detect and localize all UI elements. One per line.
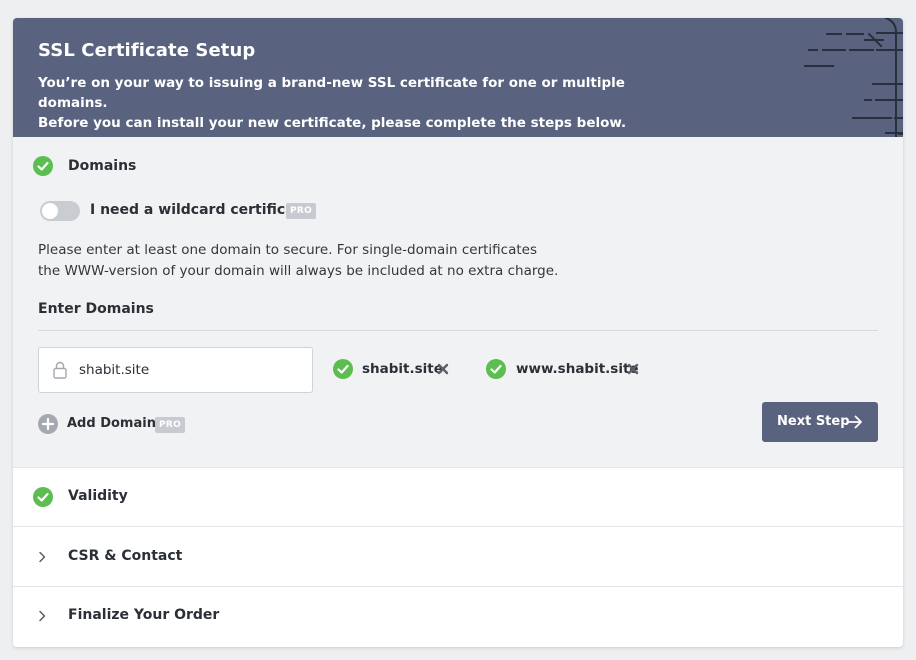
domains-step-panel: Domains I need a wildcard certificate PR… xyxy=(13,137,903,468)
next-step-button[interactable]: Next Step xyxy=(762,402,878,442)
domain-chip-label: www.shabit.site xyxy=(516,361,639,377)
next-step-label: Next Step xyxy=(777,414,850,429)
page-title: SSL Certificate Setup xyxy=(38,40,256,61)
description-line-2: the WWW-version of your domain will alwa… xyxy=(38,263,559,279)
ssl-setup-card: SSL Certificate Setup You’re on your way… xyxy=(13,18,903,647)
enter-domains-label: Enter Domains xyxy=(38,301,154,317)
description-line-1: Please enter at least one domain to secu… xyxy=(38,242,537,258)
validity-check-icon xyxy=(33,487,53,507)
domains-description: Please enter at least one domain to secu… xyxy=(38,240,598,282)
domain-chip-check-icon xyxy=(486,359,506,379)
close-icon[interactable] xyxy=(626,362,640,376)
toggle-knob xyxy=(42,203,58,219)
wildcard-label: I need a wildcard certificate xyxy=(90,202,311,218)
plus-circle-icon xyxy=(38,414,58,434)
step-finalize-order[interactable]: Finalize Your Order xyxy=(13,587,903,646)
step-title: Finalize Your Order xyxy=(68,607,220,623)
add-domain-pro-badge: PRO xyxy=(155,417,186,433)
wildcard-toggle[interactable] xyxy=(40,201,80,221)
domain-chip-check-icon xyxy=(333,359,353,379)
wildcard-pro-badge: PRO xyxy=(286,203,317,219)
setup-header: SSL Certificate Setup You’re on your way… xyxy=(13,18,903,137)
subtitle-line-1: You’re on your way to issuing a brand-ne… xyxy=(38,75,625,111)
close-icon[interactable] xyxy=(436,362,450,376)
domains-check-icon xyxy=(33,156,53,176)
section-divider xyxy=(38,330,878,331)
step-validity[interactable]: Validity xyxy=(13,468,903,527)
domains-step-title[interactable]: Domains xyxy=(68,158,136,174)
chevron-right-icon xyxy=(39,610,46,622)
arrow-right-icon xyxy=(847,415,862,429)
step-csr-contact[interactable]: CSR & Contact xyxy=(13,528,903,587)
domain-input[interactable] xyxy=(79,360,299,380)
add-domain-label: Add Domain xyxy=(67,416,156,431)
page-subtitle: You’re on your way to issuing a brand-ne… xyxy=(38,73,678,133)
step-title: CSR & Contact xyxy=(68,548,183,564)
step-title: Validity xyxy=(68,488,128,504)
subtitle-line-2: Before you can install your new certific… xyxy=(38,115,627,131)
lock-icon xyxy=(53,361,67,379)
circuit-decoration-right-icon xyxy=(876,32,903,134)
chevron-right-icon xyxy=(39,551,46,563)
domain-input-box[interactable] xyxy=(38,347,313,393)
domain-chip-label: shabit.site xyxy=(362,361,443,377)
